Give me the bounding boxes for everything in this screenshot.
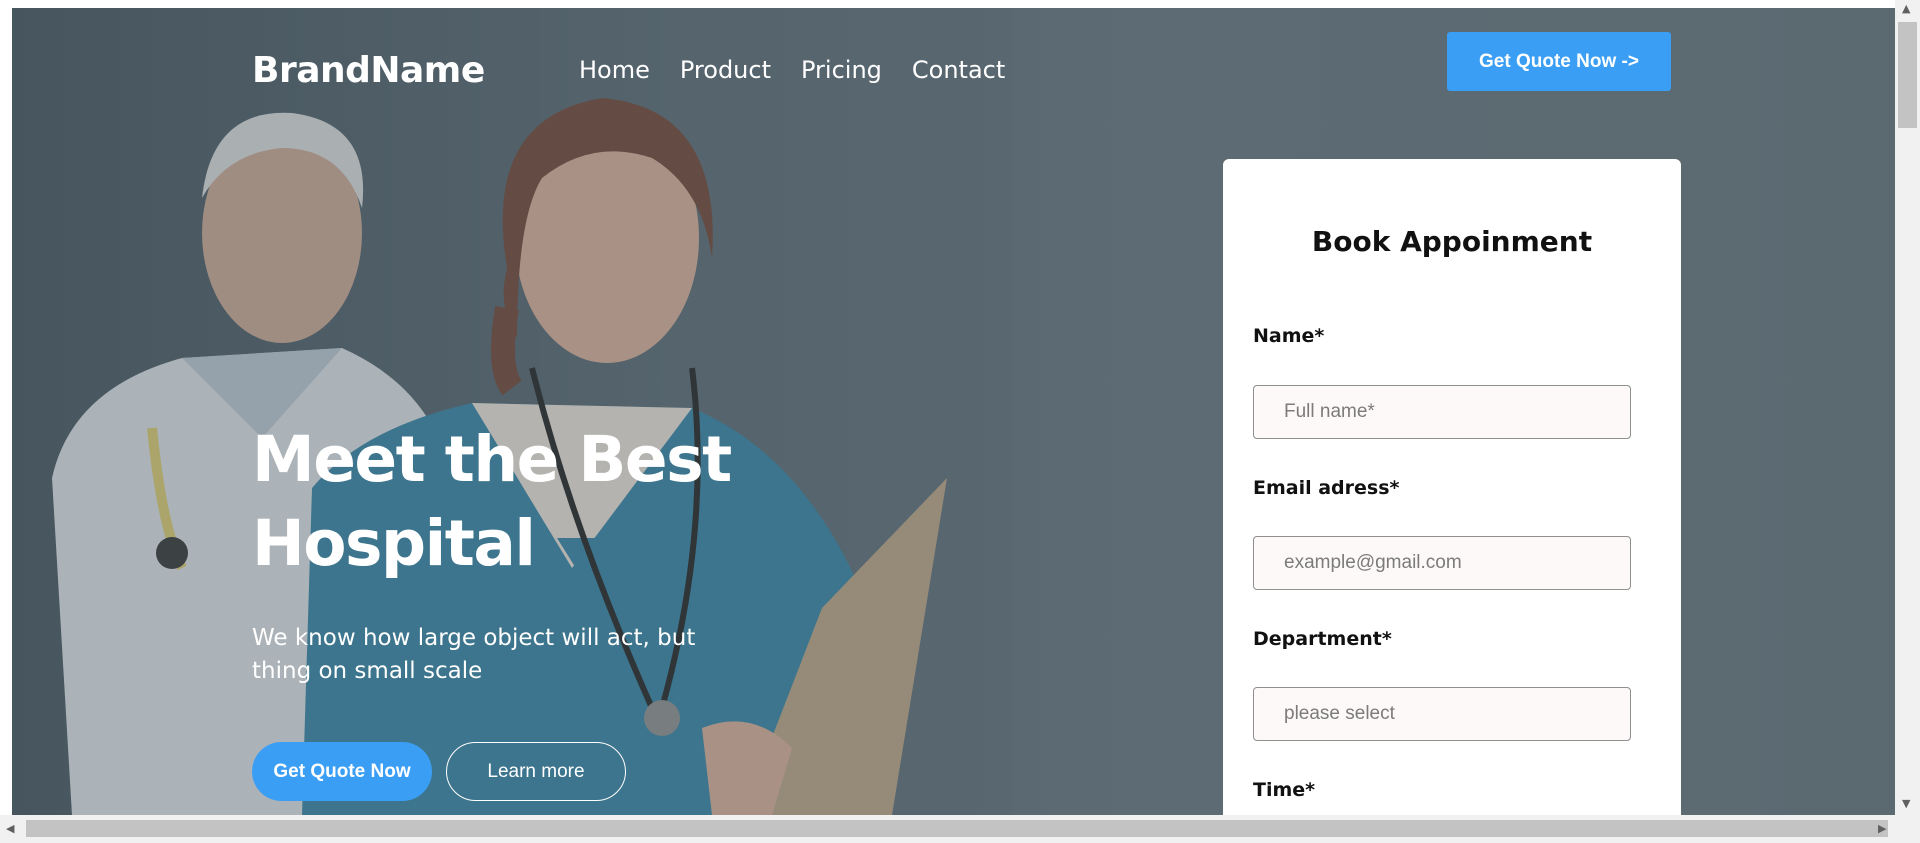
department-select[interactable]: [1253, 687, 1631, 741]
brand-logo[interactable]: BrandName: [252, 50, 485, 91]
vertical-scroll-thumb[interactable]: [1898, 22, 1917, 128]
nav-link-product[interactable]: Product: [680, 56, 771, 84]
email-label: Email adress*: [1253, 477, 1400, 499]
hero-doctors-illustration: [12, 8, 1012, 815]
nav-links: Home Product Pricing Contact: [579, 56, 1005, 84]
hero-subtitle: We know how large object will act, but t…: [252, 625, 696, 684]
scroll-right-icon[interactable]: ▶: [1878, 822, 1886, 835]
horizontal-scroll-thumb[interactable]: [26, 820, 1888, 837]
learn-more-button[interactable]: Learn more: [446, 742, 626, 801]
window-top-edge: [0, 0, 1920, 8]
department-label: Department*: [1253, 628, 1392, 650]
page-viewport: BrandName Home Product Pricing Contact G…: [12, 8, 1895, 815]
appointment-form-title: Book Appoinment: [1311, 225, 1593, 258]
scroll-down-icon[interactable]: ▼: [1902, 797, 1910, 810]
time-label: Time*: [1253, 779, 1316, 801]
email-input[interactable]: [1253, 536, 1631, 590]
nav-get-quote-button[interactable]: Get Quote Now ->: [1447, 32, 1671, 91]
top-navbar: BrandName Home Product Pricing Contact G…: [12, 8, 1895, 118]
name-input[interactable]: [1253, 385, 1631, 439]
scroll-left-icon[interactable]: ◀: [6, 822, 14, 835]
scroll-up-icon[interactable]: ▲: [1902, 2, 1910, 15]
nav-link-pricing[interactable]: Pricing: [801, 56, 882, 84]
get-quote-button[interactable]: Get Quote Now: [252, 742, 432, 801]
window-left-edge: [0, 0, 12, 815]
appointment-form-card: Book Appoinment Name* Email adress* Depa…: [1223, 159, 1681, 815]
hero-headline: Meet the Best Hospital: [252, 423, 732, 580]
name-label: Name*: [1253, 325, 1325, 347]
nav-link-home[interactable]: Home: [579, 56, 650, 84]
nav-link-contact[interactable]: Contact: [912, 56, 1005, 84]
